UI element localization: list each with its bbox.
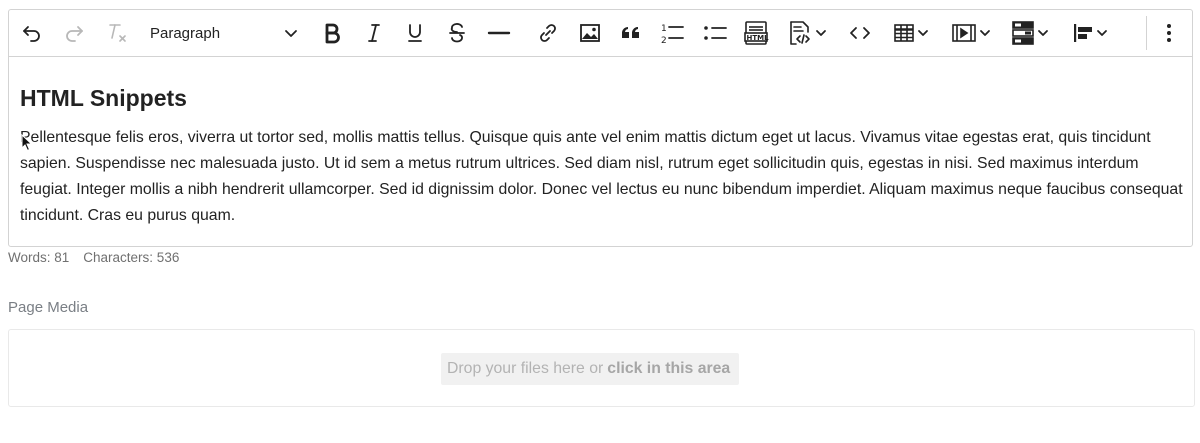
word-count-bar: Words: 81 Characters: 536	[8, 250, 179, 265]
format-select-value: Paragraph	[150, 24, 221, 42]
clear-formatting-button[interactable]	[103, 18, 131, 48]
more-vertical-icon	[1167, 24, 1171, 42]
numbered-list-button[interactable]: 1 2	[659, 18, 685, 48]
dropzone-message[interactable]: Drop your files here or click in this ar…	[441, 353, 740, 385]
italic-icon	[368, 24, 380, 42]
align-left-icon	[1074, 24, 1092, 42]
word-count: Words: 81	[8, 250, 70, 265]
code-icon	[850, 27, 870, 39]
chevron-down-icon	[285, 30, 297, 37]
image-button[interactable]	[577, 18, 603, 48]
chevron-down-icon	[816, 30, 826, 36]
undo-button[interactable]	[19, 18, 45, 48]
code-button[interactable]	[847, 18, 873, 48]
blockquote-button[interactable]	[619, 18, 643, 48]
blockquote-icon	[622, 26, 639, 38]
chevron-down-icon	[918, 30, 928, 36]
html-icon: HTML	[744, 21, 770, 45]
italic-button[interactable]	[362, 18, 386, 48]
bulleted-list-button[interactable]	[702, 18, 728, 48]
snippets-button[interactable]	[784, 18, 832, 48]
underline-button[interactable]	[403, 18, 427, 48]
svg-text:2: 2	[661, 36, 667, 45]
chevron-down-icon	[1097, 30, 1107, 36]
mouse-cursor-icon	[21, 134, 33, 152]
html-embed-button[interactable]: HTML	[742, 18, 770, 48]
chevron-down-icon	[1038, 30, 1048, 36]
table-button[interactable]	[889, 18, 935, 48]
media-icon	[952, 24, 976, 42]
dropzone-text: Drop your files here or	[447, 360, 604, 377]
document-heading: HTML Snippets	[20, 85, 187, 111]
chevron-down-icon	[980, 30, 990, 36]
numbered-list-icon: 1 2	[661, 24, 684, 45]
horizontal-line-button[interactable]	[486, 18, 512, 48]
underline-icon	[408, 24, 422, 42]
svg-text:HTML: HTML	[747, 34, 770, 42]
strikethrough-button[interactable]	[445, 18, 469, 48]
strikethrough-icon	[449, 23, 465, 43]
redo-icon	[66, 26, 83, 42]
more-button[interactable]	[1157, 18, 1181, 48]
bold-button[interactable]	[320, 18, 344, 48]
link-icon	[540, 24, 556, 42]
align-button[interactable]	[1068, 18, 1114, 48]
character-count: Characters: 536	[83, 250, 180, 265]
clear-formatting-icon	[109, 24, 126, 42]
editor-toolbar: Paragraph 1 2 HTML	[9, 10, 1192, 57]
dropzone-click-link[interactable]: click in this area	[607, 360, 730, 378]
rich-text-editor: Paragraph 1 2 HTML HTML Snippets Pellent…	[8, 9, 1193, 247]
page-media-label: Page Media	[8, 299, 89, 316]
file-dropzone[interactable]: Drop your files here or click in this ar…	[8, 329, 1195, 407]
layout-icon	[1012, 21, 1034, 45]
code-snippet-icon	[790, 21, 810, 45]
horizontal-line-icon	[487, 31, 511, 35]
image-icon	[580, 24, 600, 42]
bulleted-list-icon	[704, 26, 727, 40]
undo-icon	[23, 26, 40, 42]
format-select[interactable]: Paragraph	[143, 18, 301, 48]
bold-icon	[325, 23, 340, 44]
svg-text:1: 1	[661, 24, 667, 34]
layout-button[interactable]	[1008, 18, 1054, 48]
table-icon	[894, 24, 914, 42]
link-button[interactable]	[536, 18, 560, 48]
media-button[interactable]	[948, 18, 996, 48]
toolbar-separator	[1146, 16, 1147, 50]
document-paragraph: Pellentesque felis eros, viverra ut tort…	[20, 129, 1183, 224]
redo-button[interactable]	[61, 18, 87, 48]
editor-content[interactable]: HTML Snippets Pellentesque felis eros, v…	[20, 83, 1185, 229]
